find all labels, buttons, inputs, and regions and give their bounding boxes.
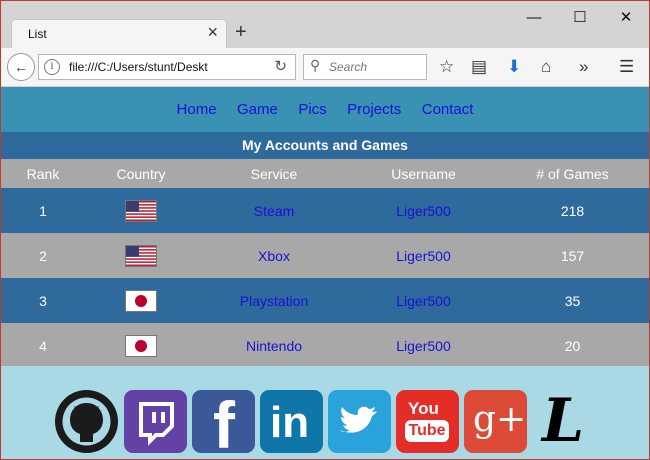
us-flag-icon (126, 200, 156, 221)
username-cell: Liger500 (351, 323, 496, 368)
tab-title: List (28, 27, 47, 41)
country-cell (85, 323, 197, 368)
info-icon[interactable]: i (44, 59, 60, 75)
username-link[interactable]: Liger500 (396, 203, 451, 219)
browser-window: List × + — ☐ ✕ ← i file:///C:/Users/stun… (0, 0, 650, 460)
menu-icon[interactable]: ☰ (619, 57, 634, 77)
nav-pics-link[interactable]: Pics (298, 87, 326, 132)
reload-icon[interactable]: ↻ (274, 57, 287, 75)
url-bar[interactable]: i file:///C:/Users/stunt/Deskt ↻ (38, 54, 296, 80)
table-header-row: Rank Country Service Username # of Games (1, 159, 649, 188)
linkedin-letters: in (270, 398, 310, 447)
japan-flag-icon (126, 335, 156, 356)
nav-game-link[interactable]: Game (237, 87, 278, 132)
search-icon: ⚲ (310, 57, 321, 73)
service-link[interactable]: Playstation (240, 293, 308, 309)
service-cell: Playstation (197, 278, 351, 323)
youtube-you-text: You (408, 399, 439, 418)
games-cell: 157 (496, 233, 649, 278)
browser-tab[interactable]: List × (11, 19, 227, 49)
nav-projects-link[interactable]: Projects (347, 87, 401, 132)
maximize-icon[interactable]: ☐ (557, 5, 603, 31)
table-caption: My Accounts and Games (1, 132, 649, 159)
nav-home-link[interactable]: Home (177, 87, 217, 132)
twitter-icon[interactable] (328, 390, 391, 453)
username-link[interactable]: Liger500 (396, 293, 451, 309)
service-link[interactable]: Xbox (258, 248, 290, 264)
github-icon[interactable] (55, 390, 118, 453)
table-row: 4 Nintendo Liger500 20 (1, 323, 649, 368)
username-link[interactable]: Liger500 (396, 338, 451, 354)
games-cell: 20 (496, 323, 649, 368)
new-tab-icon[interactable]: + (235, 21, 247, 44)
home-icon[interactable]: ⌂ (541, 57, 551, 77)
facebook-letter: f (213, 390, 235, 453)
rank-cell: 1 (1, 188, 85, 233)
twitch-icon[interactable] (124, 390, 187, 453)
page-content: Home Game Pics Projects Contact My Accou… (1, 87, 649, 459)
download-icon[interactable]: ⬇ (507, 57, 521, 77)
us-flag-icon (126, 245, 156, 266)
table-row: 1 Steam Liger500 218 (1, 188, 649, 233)
youtube-icon[interactable]: You Tube (396, 390, 459, 453)
country-cell (85, 188, 197, 233)
facebook-icon[interactable]: f (192, 390, 255, 453)
username-cell: Liger500 (351, 188, 496, 233)
navigation-toolbar: ← i file:///C:/Users/stunt/Deskt ↻ ⚲ Sea… (1, 48, 649, 87)
country-cell (85, 278, 197, 323)
overflow-chevron-icon[interactable]: » (579, 57, 588, 77)
games-cell: 218 (496, 188, 649, 233)
bookmark-star-icon[interactable]: ☆ (439, 57, 454, 77)
nav-contact-link[interactable]: Contact (422, 87, 474, 132)
header-rank: Rank (1, 159, 85, 188)
table-row: 2 Xbox Liger500 157 (1, 233, 649, 278)
rank-cell: 4 (1, 323, 85, 368)
service-cell: Nintendo (197, 323, 351, 368)
linkedin-icon[interactable]: in (260, 390, 323, 453)
url-text[interactable]: file:///C:/Users/stunt/Deskt (69, 60, 264, 74)
header-service: Service (197, 159, 351, 188)
search-input[interactable]: Search (329, 60, 367, 74)
header-username: Username (351, 159, 496, 188)
header-country: Country (85, 159, 197, 188)
youtube-tube-text: Tube (408, 422, 446, 439)
username-link[interactable]: Liger500 (396, 248, 451, 264)
table-row: 3 Playstation Liger500 35 (1, 278, 649, 323)
username-cell: Liger500 (351, 233, 496, 278)
service-link[interactable]: Nintendo (246, 338, 302, 354)
minimize-icon[interactable]: — (511, 5, 557, 31)
google-plus-text: g+ (473, 399, 527, 440)
service-cell: Steam (197, 188, 351, 233)
games-cell: 35 (496, 278, 649, 323)
header-games: # of Games (496, 159, 649, 188)
rank-cell: 2 (1, 233, 85, 278)
site-nav: Home Game Pics Projects Contact (1, 87, 649, 132)
username-cell: Liger500 (351, 278, 496, 323)
tab-strip: List × + — ☐ ✕ (1, 1, 649, 49)
service-link[interactable]: Steam (254, 203, 294, 219)
country-cell (85, 233, 197, 278)
close-window-icon[interactable]: ✕ (603, 5, 649, 31)
service-cell: Xbox (197, 233, 351, 278)
reader-list-icon[interactable]: ▤ (471, 57, 487, 77)
japan-flag-icon (126, 290, 156, 311)
accounts-table: Rank Country Service Username # of Games… (1, 159, 649, 368)
back-button[interactable]: ← (7, 53, 35, 81)
death-note-l-icon[interactable]: L (532, 390, 595, 453)
social-links-bar: f in You Tube g+ L (1, 366, 649, 459)
death-note-letter: L (542, 390, 585, 453)
google-plus-icon[interactable]: g+ (464, 390, 527, 453)
youtube-tube-badge: Tube (405, 420, 449, 442)
rank-cell: 3 (1, 278, 85, 323)
search-bar[interactable]: ⚲ Search (303, 54, 427, 80)
close-tab-icon[interactable]: × (207, 22, 218, 43)
